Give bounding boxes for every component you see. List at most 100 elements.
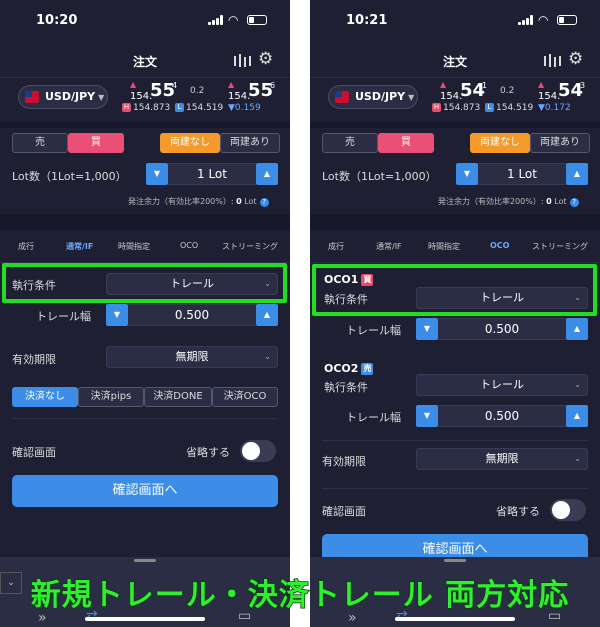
help-icon[interactable]: ? (259, 198, 269, 207)
us-flag-icon (25, 91, 39, 103)
highlight-box (312, 264, 597, 316)
no-hedge-button[interactable]: 両建なし (470, 133, 530, 153)
decrement-button[interactable]: ▼ (146, 163, 168, 185)
buy-button[interactable]: 買 (68, 133, 124, 153)
tab-streaming[interactable]: ストリーミング (532, 241, 588, 252)
home-indicator (85, 617, 205, 621)
lot-stepper[interactable]: ▼ 1 Lot ▲ (146, 163, 278, 185)
low-price: L 154.519 (485, 103, 533, 113)
gear-icon[interactable]: ⚙ (568, 49, 583, 69)
spread: 0.2 (500, 86, 515, 96)
decrement-button[interactable]: ▼ (456, 163, 478, 185)
settle-none-button[interactable]: 決済なし (12, 387, 78, 407)
trail-width-value[interactable]: 0.500 (128, 304, 256, 326)
promo-caption: 新規トレール・決済トレール 両方対応 (30, 577, 570, 614)
battery-icon (247, 15, 267, 25)
tab-normal-if[interactable]: 通常/IF (66, 241, 93, 252)
trail-width-stepper[interactable]: ▼ 0.500 ▲ (416, 318, 588, 340)
currency-pair-select[interactable]: USD/JPY ▼ (328, 85, 418, 109)
trail-width-stepper[interactable]: ▼ 0.500 ▲ (416, 405, 588, 427)
gear-icon[interactable]: ⚙ (258, 49, 273, 69)
us-flag-icon (335, 91, 349, 103)
price-change: ▼0.172 (538, 103, 571, 113)
status-bar: 10:20 ◠ (0, 0, 290, 44)
increment-button[interactable]: ▲ (256, 163, 278, 185)
signal-icon (208, 15, 224, 25)
price-change: ▼0.159 (228, 103, 261, 113)
clock: 10:21 (346, 13, 388, 28)
up-arrow-icon: ▲ (130, 80, 137, 89)
increment-button[interactable]: ▲ (566, 163, 588, 185)
no-hedge-button[interactable]: 両建なし (160, 133, 220, 153)
battery-icon (557, 15, 577, 25)
increment-button[interactable]: ▲ (566, 318, 588, 340)
lot-value[interactable]: 1 Lot (478, 163, 566, 185)
settle-pips-button[interactable]: 決済pips (78, 387, 144, 407)
tab-oco[interactable]: OCO (180, 241, 198, 250)
wifi-icon: ◠ (538, 13, 549, 27)
trail-width-label: トレール幅 (346, 411, 401, 424)
validity-select[interactable]: 無期限 ⌄ (416, 448, 588, 470)
high-price: H 154.873 (432, 103, 481, 113)
sell-badge: 売 (361, 363, 374, 375)
chart-icon[interactable] (233, 54, 253, 68)
tab-time[interactable]: 時間指定 (428, 241, 460, 252)
sell-button[interactable]: 売 (322, 133, 378, 153)
validity-select[interactable]: 無期限 ⌄ (106, 346, 278, 368)
decrement-button[interactable]: ▼ (416, 318, 438, 340)
trail-width-stepper[interactable]: ▼ 0.500 ▲ (106, 304, 278, 326)
high-price: H 154.873 (122, 103, 171, 113)
sell-button[interactable]: 売 (12, 133, 68, 153)
currency-pair-select[interactable]: USD/JPY ▼ (18, 85, 108, 109)
drag-handle[interactable] (444, 559, 466, 562)
skip-confirm-toggle[interactable] (550, 499, 586, 521)
exec-condition-label: 執行条件 (324, 381, 368, 394)
buy-button[interactable]: 買 (378, 133, 434, 153)
settle-oco-button[interactable]: 決済OCO (212, 387, 278, 407)
skip-label: 省略する (496, 505, 540, 518)
skip-confirm-toggle[interactable] (240, 440, 276, 462)
increment-button[interactable]: ▲ (256, 304, 278, 326)
tab-streaming[interactable]: ストリーミング (222, 241, 278, 252)
separator (310, 122, 600, 128)
highlight-box (2, 263, 287, 303)
trail-width-label: トレール幅 (346, 324, 401, 337)
status-bar: 10:21 ◠ (310, 0, 600, 44)
order-type-tabs: 成行 通常/IF 時間指定 OCO ストリーミング (0, 237, 290, 257)
tab-normal-if[interactable]: 通常/IF (376, 241, 402, 252)
separator (310, 214, 600, 230)
hedge-button[interactable]: 両建あり (530, 133, 590, 153)
exec-condition-select[interactable]: トレール ⌄ (416, 374, 588, 396)
drag-handle[interactable] (134, 559, 156, 562)
decrement-button[interactable]: ▼ (106, 304, 128, 326)
validity-label: 有効期限 (322, 455, 366, 468)
help-icon[interactable]: ? (569, 198, 579, 207)
lot-value[interactable]: 1 Lot (168, 163, 256, 185)
divider (310, 262, 600, 263)
left-phone-screen: 10:20 ◠ 注文 ⚙ USD/JPY ▼ ▲ 154. 55 4 0.2 ▲ … (0, 0, 290, 627)
up-arrow-icon: ▲ (538, 80, 545, 89)
confirm-button[interactable]: 確認画面へ (12, 475, 278, 507)
increment-button[interactable]: ▲ (566, 405, 588, 427)
trail-width-value[interactable]: 0.500 (438, 405, 566, 427)
tab-oco[interactable]: OCO (490, 241, 509, 250)
lot-label: Lot数（1Lot=1,000） (12, 170, 127, 183)
hedge-button[interactable]: 両建あり (220, 133, 280, 153)
low-badge: L (175, 103, 184, 112)
tab-market[interactable]: 成行 (18, 241, 34, 252)
settle-done-button[interactable]: 決済DONE (144, 387, 212, 407)
decrement-button[interactable]: ▼ (416, 405, 438, 427)
low-price: L 154.519 (175, 103, 223, 113)
trail-width-value[interactable]: 0.500 (438, 318, 566, 340)
tab-time[interactable]: 時間指定 (118, 241, 150, 252)
confirm-screen-label: 確認画面 (12, 446, 56, 459)
lot-stepper[interactable]: ▼ 1 Lot ▲ (456, 163, 588, 185)
tab-market[interactable]: 成行 (328, 241, 344, 252)
chart-icon[interactable] (543, 54, 563, 68)
lot-label: Lot数（1Lot=1,000） (322, 170, 437, 183)
up-arrow-icon: ▲ (228, 80, 235, 89)
divider (322, 488, 588, 489)
home-indicator (395, 617, 515, 621)
wifi-icon: ◠ (228, 13, 239, 27)
trail-width-label: トレール幅 (36, 310, 91, 323)
